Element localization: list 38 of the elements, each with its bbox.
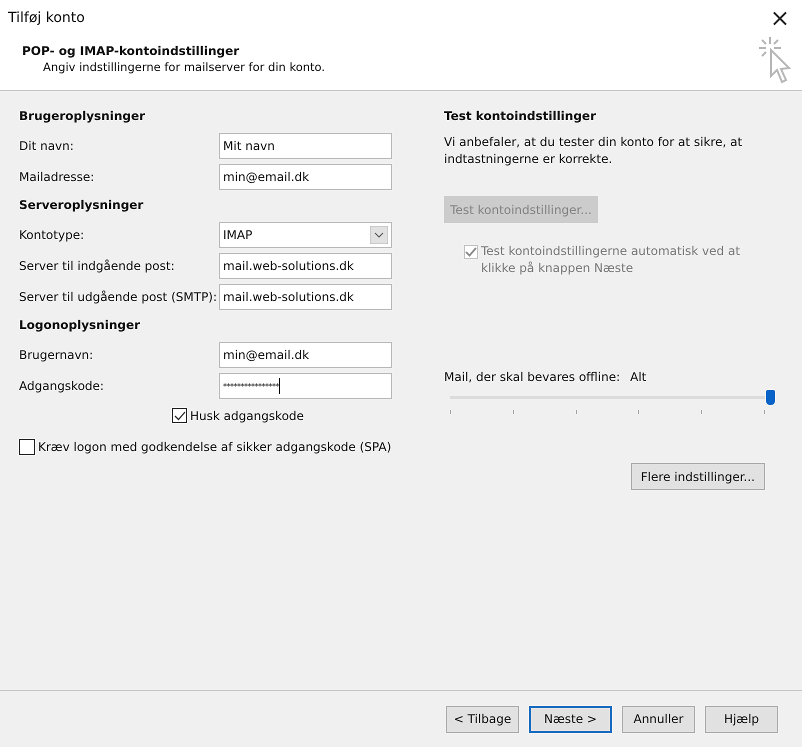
section-heading: Logonoplysninger bbox=[19, 318, 142, 332]
more-settings-button[interactable]: Flere indstillinger... bbox=[630, 463, 765, 490]
checkbox-label: Test kontoindstillingerne automatisk ved at klikke på knappen Næste bbox=[481, 243, 741, 277]
password-field[interactable]: **************** bbox=[219, 373, 392, 399]
spa-checkbox[interactable] bbox=[19, 439, 35, 455]
input-field[interactable]: min@email.dk bbox=[219, 342, 392, 368]
field-label: Brugernavn: bbox=[19, 348, 94, 362]
offline-label: Mail, der skal bevares offline: bbox=[444, 370, 620, 384]
field-label: Kontotype: bbox=[19, 228, 84, 242]
cursor-sparkle-icon bbox=[758, 36, 792, 84]
field-label: Mailadresse: bbox=[19, 170, 94, 184]
field-label: Server til udgående post (SMTP): bbox=[19, 290, 218, 304]
dialog-button[interactable]: Annuller bbox=[622, 706, 695, 732]
dialog-button[interactable]: Næste > bbox=[529, 706, 612, 732]
checkbox-label: Kræv logon med godkendelse af sikker adgangskode (SPA) bbox=[38, 440, 392, 454]
section-heading: Brugeroplysninger bbox=[19, 109, 146, 123]
input-field[interactable]: min@email.dk bbox=[219, 164, 392, 190]
input-field[interactable]: mail.web-solutions.dk bbox=[219, 253, 392, 279]
section-heading: Serveroplysninger bbox=[19, 198, 144, 212]
field-label: Dit navn: bbox=[19, 139, 74, 153]
account-type-dropdown[interactable]: IMAP bbox=[219, 222, 392, 248]
offline-reading: Alt bbox=[630, 370, 646, 384]
field-label: Server til indgående post: bbox=[19, 259, 175, 273]
chevron-down-icon bbox=[370, 226, 388, 244]
checkbox-label: Husk adgangskode bbox=[190, 408, 304, 422]
dialog-button[interactable]: Hjælp bbox=[705, 706, 778, 732]
slider-thumb[interactable] bbox=[766, 390, 775, 405]
dialog-button[interactable]: < Tilbage bbox=[446, 706, 519, 732]
test-description: Vi anbefaler, at du tester din konto for at sikre, at indtastningerne er korrekte. bbox=[444, 134, 744, 168]
window-title: Tilføj konto bbox=[8, 10, 85, 26]
section-heading: Test kontoindstillinger bbox=[444, 109, 597, 123]
close-button[interactable]: × bbox=[766, 6, 794, 30]
page-title: POP- og IMAP-kontoindstillinger bbox=[22, 44, 240, 58]
remember-checkbox[interactable] bbox=[172, 408, 187, 423]
input-field[interactable]: Mit navn bbox=[219, 133, 392, 159]
input-field[interactable]: mail.web-solutions.dk bbox=[219, 284, 392, 310]
field-label: Adgangskode: bbox=[19, 379, 104, 393]
page-subtitle: Angiv indstillingerne for mailserver for din konto. bbox=[42, 60, 326, 74]
